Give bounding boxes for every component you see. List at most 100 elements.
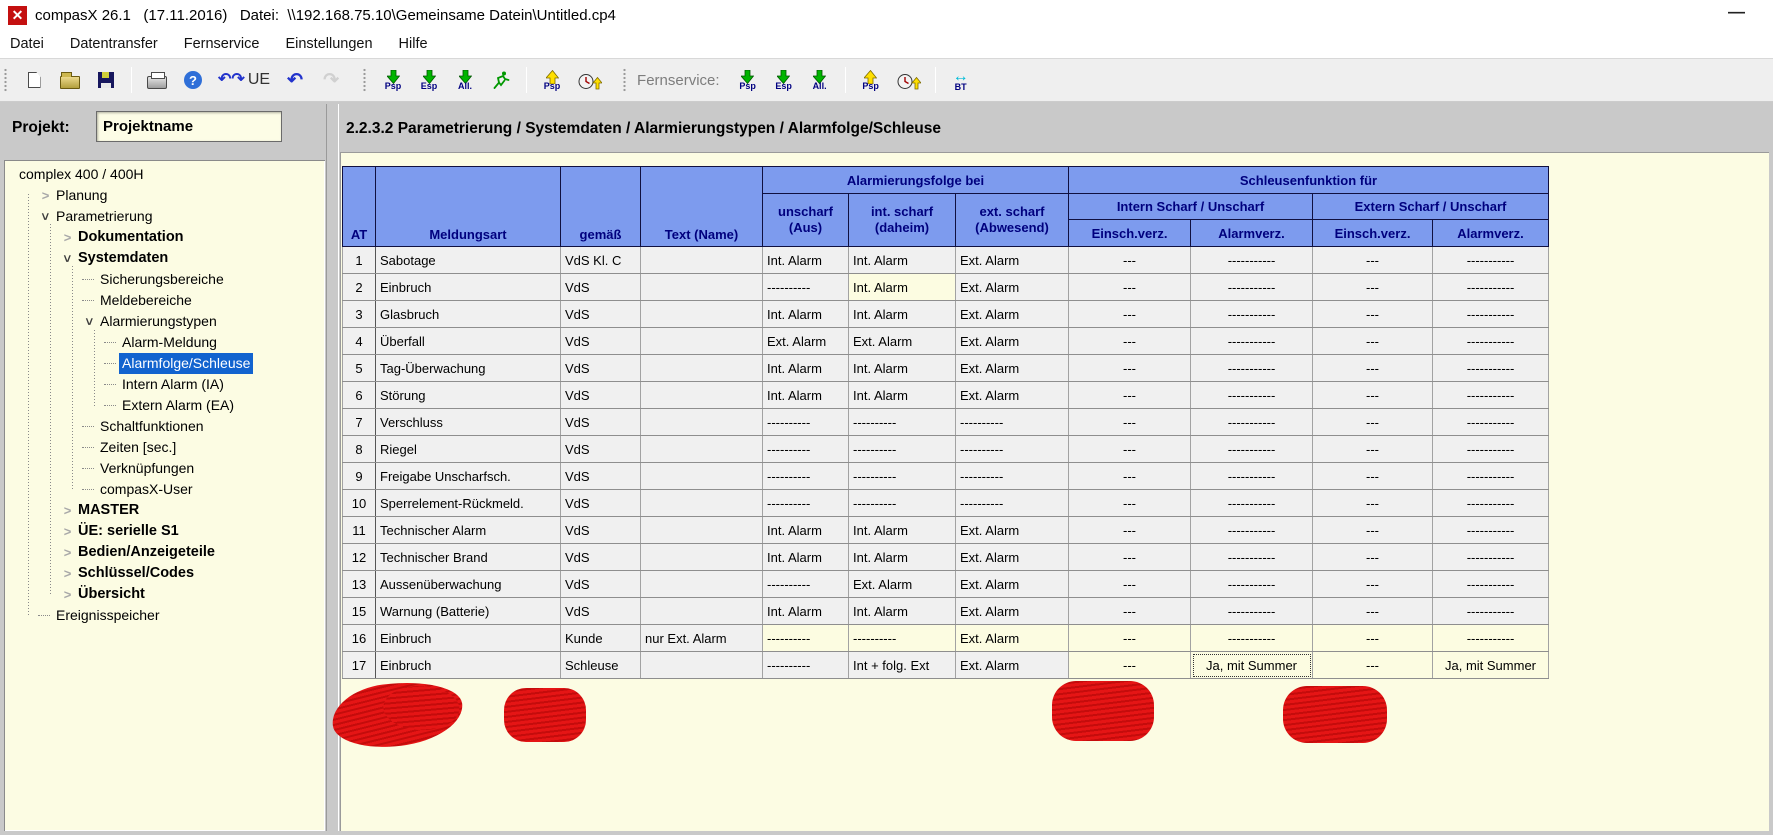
cell-col-8[interactable]: ----------- bbox=[1191, 355, 1313, 382]
cell-col-5[interactable]: Int. Alarm bbox=[849, 517, 956, 544]
ue-transfer-button[interactable]: ↶↷UE bbox=[214, 63, 274, 97]
tree-item-complex-400-400h[interactable]: complex 400 / 400H bbox=[8, 164, 323, 185]
tree-item-üe-serielle-s1[interactable]: >ÜE: serielle S1 bbox=[8, 521, 323, 542]
cell-col-3[interactable] bbox=[641, 274, 763, 301]
cell-col-6[interactable]: Ext. Alarm bbox=[956, 517, 1069, 544]
cell-col-4[interactable]: ---------- bbox=[763, 274, 849, 301]
cell-col-3[interactable]: nur Ext. Alarm bbox=[641, 625, 763, 652]
chevron-collapsed-icon[interactable]: > bbox=[60, 500, 75, 521]
cell-col-2[interactable]: VdS bbox=[561, 382, 641, 409]
cell-col-7[interactable]: --- bbox=[1069, 301, 1191, 328]
cell-col-4[interactable]: ---------- bbox=[763, 490, 849, 517]
cell-col-5[interactable]: Int. Alarm bbox=[849, 544, 956, 571]
cell-col-4[interactable]: ---------- bbox=[763, 409, 849, 436]
cell-col-1[interactable]: Einbruch bbox=[376, 652, 561, 679]
cell-col-9[interactable]: --- bbox=[1313, 625, 1433, 652]
bt-button[interactable]: ↔BT bbox=[946, 63, 976, 97]
cell-col-7[interactable]: --- bbox=[1069, 409, 1191, 436]
chevron-collapsed-icon[interactable]: > bbox=[60, 521, 75, 542]
cell-col-9[interactable]: --- bbox=[1313, 436, 1433, 463]
cell-col-7[interactable]: --- bbox=[1069, 490, 1191, 517]
cell-col-3[interactable] bbox=[641, 436, 763, 463]
cell-col-7[interactable]: --- bbox=[1069, 436, 1191, 463]
cell-col-2[interactable]: VdS bbox=[561, 355, 641, 382]
cell-col-6[interactable]: ---------- bbox=[956, 463, 1069, 490]
cell-col-6[interactable]: Ext. Alarm bbox=[956, 382, 1069, 409]
tree-item-parametrierung[interactable]: >Parametrierung bbox=[8, 206, 323, 227]
cell-col-5[interactable]: Ext. Alarm bbox=[849, 571, 956, 598]
chevron-collapsed-icon[interactable]: > bbox=[60, 563, 75, 584]
cell-col-8[interactable]: ----------- bbox=[1191, 490, 1313, 517]
cell-col-2[interactable]: VdS bbox=[561, 301, 641, 328]
fernservice-psp-upload-button[interactable]: Psp bbox=[856, 63, 886, 97]
cell-col-8[interactable]: ----------- bbox=[1191, 544, 1313, 571]
tree-item-dokumentation[interactable]: >Dokumentation bbox=[8, 227, 323, 248]
cell-col-2[interactable]: VdS bbox=[561, 328, 641, 355]
cell-col-3[interactable] bbox=[641, 598, 763, 625]
cell-col-6[interactable]: Ext. Alarm bbox=[956, 625, 1069, 652]
cell-col-9[interactable]: --- bbox=[1313, 490, 1433, 517]
cell-col-1[interactable]: Verschluss bbox=[376, 409, 561, 436]
cell-col-9[interactable]: --- bbox=[1313, 409, 1433, 436]
cell-col-1[interactable]: Einbruch bbox=[376, 274, 561, 301]
cell-col-9[interactable]: --- bbox=[1313, 517, 1433, 544]
cell-col-8[interactable]: ----------- bbox=[1191, 625, 1313, 652]
tree-item-schlüssel-codes[interactable]: >Schlüssel/Codes bbox=[8, 563, 323, 584]
cell-col-9[interactable]: --- bbox=[1313, 328, 1433, 355]
menu-item-einstellungen[interactable]: Einstellungen bbox=[285, 36, 372, 52]
tree-item-bedien-anzeigeteile[interactable]: >Bedien/Anzeigeteile bbox=[8, 542, 323, 563]
project-name-input[interactable] bbox=[96, 111, 282, 142]
open-file-button[interactable] bbox=[55, 63, 85, 97]
psp-upload-button[interactable]: Psp bbox=[537, 63, 567, 97]
cell-col-10[interactable]: ----------- bbox=[1433, 463, 1549, 490]
cell-col-10[interactable]: ----------- bbox=[1433, 598, 1549, 625]
cell-col-10[interactable]: ----------- bbox=[1433, 409, 1549, 436]
cell-col-9[interactable]: --- bbox=[1313, 598, 1433, 625]
cell-col-4[interactable]: ---------- bbox=[763, 652, 849, 679]
fernservice-psp-download-button[interactable]: Psp bbox=[733, 63, 763, 97]
save-button[interactable] bbox=[91, 63, 121, 97]
tree-item-ereignisspeicher[interactable]: Ereignisspeicher bbox=[8, 605, 323, 626]
new-document-button[interactable] bbox=[19, 63, 49, 97]
cell-col-8[interactable]: ----------- bbox=[1191, 598, 1313, 625]
cell-col-8[interactable]: ----------- bbox=[1191, 463, 1313, 490]
cell-col-7[interactable]: --- bbox=[1069, 328, 1191, 355]
cell-col-4[interactable]: Int. Alarm bbox=[763, 517, 849, 544]
chevron-collapsed-icon[interactable]: > bbox=[60, 542, 75, 563]
tree-item-alarmfolge-schleuse[interactable]: Alarmfolge/Schleuse bbox=[8, 353, 323, 374]
cell-col-6[interactable]: Ext. Alarm bbox=[956, 247, 1069, 274]
tree-item-extern-alarm-ea[interactable]: Extern Alarm (EA) bbox=[8, 395, 323, 416]
cell-col-10[interactable]: ----------- bbox=[1433, 328, 1549, 355]
cell-col-2[interactable]: VdS bbox=[561, 517, 641, 544]
cell-col-8[interactable]: ----------- bbox=[1191, 328, 1313, 355]
fernservice-all-download-button[interactable]: All. bbox=[805, 63, 835, 97]
cell-col-5[interactable]: Int. Alarm bbox=[849, 355, 956, 382]
cell-col-2[interactable]: VdS Kl. C bbox=[561, 247, 641, 274]
cell-col-6[interactable]: ---------- bbox=[956, 409, 1069, 436]
cell-col-6[interactable]: ---------- bbox=[956, 490, 1069, 517]
cell-col-7[interactable]: --- bbox=[1069, 598, 1191, 625]
menu-item-fernservice[interactable]: Fernservice bbox=[184, 36, 260, 52]
cell-col-9[interactable]: --- bbox=[1313, 274, 1433, 301]
cell-col-9[interactable]: --- bbox=[1313, 544, 1433, 571]
esp-download-button[interactable]: Esp bbox=[414, 63, 444, 97]
tree-item-alarm-meldung[interactable]: Alarm-Meldung bbox=[8, 332, 323, 353]
cell-col-8[interactable]: ----------- bbox=[1191, 517, 1313, 544]
cell-col-5[interactable]: Int + folg. Ext bbox=[849, 652, 956, 679]
tree-item-zeiten-sec[interactable]: Zeiten [sec.] bbox=[8, 437, 323, 458]
undo-button[interactable]: ↶ bbox=[280, 63, 310, 97]
cell-col-1[interactable]: Sperrelement-Rückmeld. bbox=[376, 490, 561, 517]
cell-col-10[interactable]: ----------- bbox=[1433, 355, 1549, 382]
redo-button[interactable]: ↷ bbox=[316, 63, 346, 97]
cell-col-1[interactable]: Tag-Überwachung bbox=[376, 355, 561, 382]
cell-col-3[interactable] bbox=[641, 247, 763, 274]
cell-col-8[interactable]: ----------- bbox=[1191, 571, 1313, 598]
cell-col-6[interactable]: ---------- bbox=[956, 436, 1069, 463]
cell-col-6[interactable]: Ext. Alarm bbox=[956, 355, 1069, 382]
menu-item-hilfe[interactable]: Hilfe bbox=[399, 36, 428, 52]
cell-col-9[interactable]: --- bbox=[1313, 301, 1433, 328]
chevron-collapsed-icon[interactable]: > bbox=[60, 584, 75, 605]
cell-col-2[interactable]: VdS bbox=[561, 274, 641, 301]
cell-col-1[interactable]: Riegel bbox=[376, 436, 561, 463]
tree-item-verknüpfungen[interactable]: Verknüpfungen bbox=[8, 458, 323, 479]
